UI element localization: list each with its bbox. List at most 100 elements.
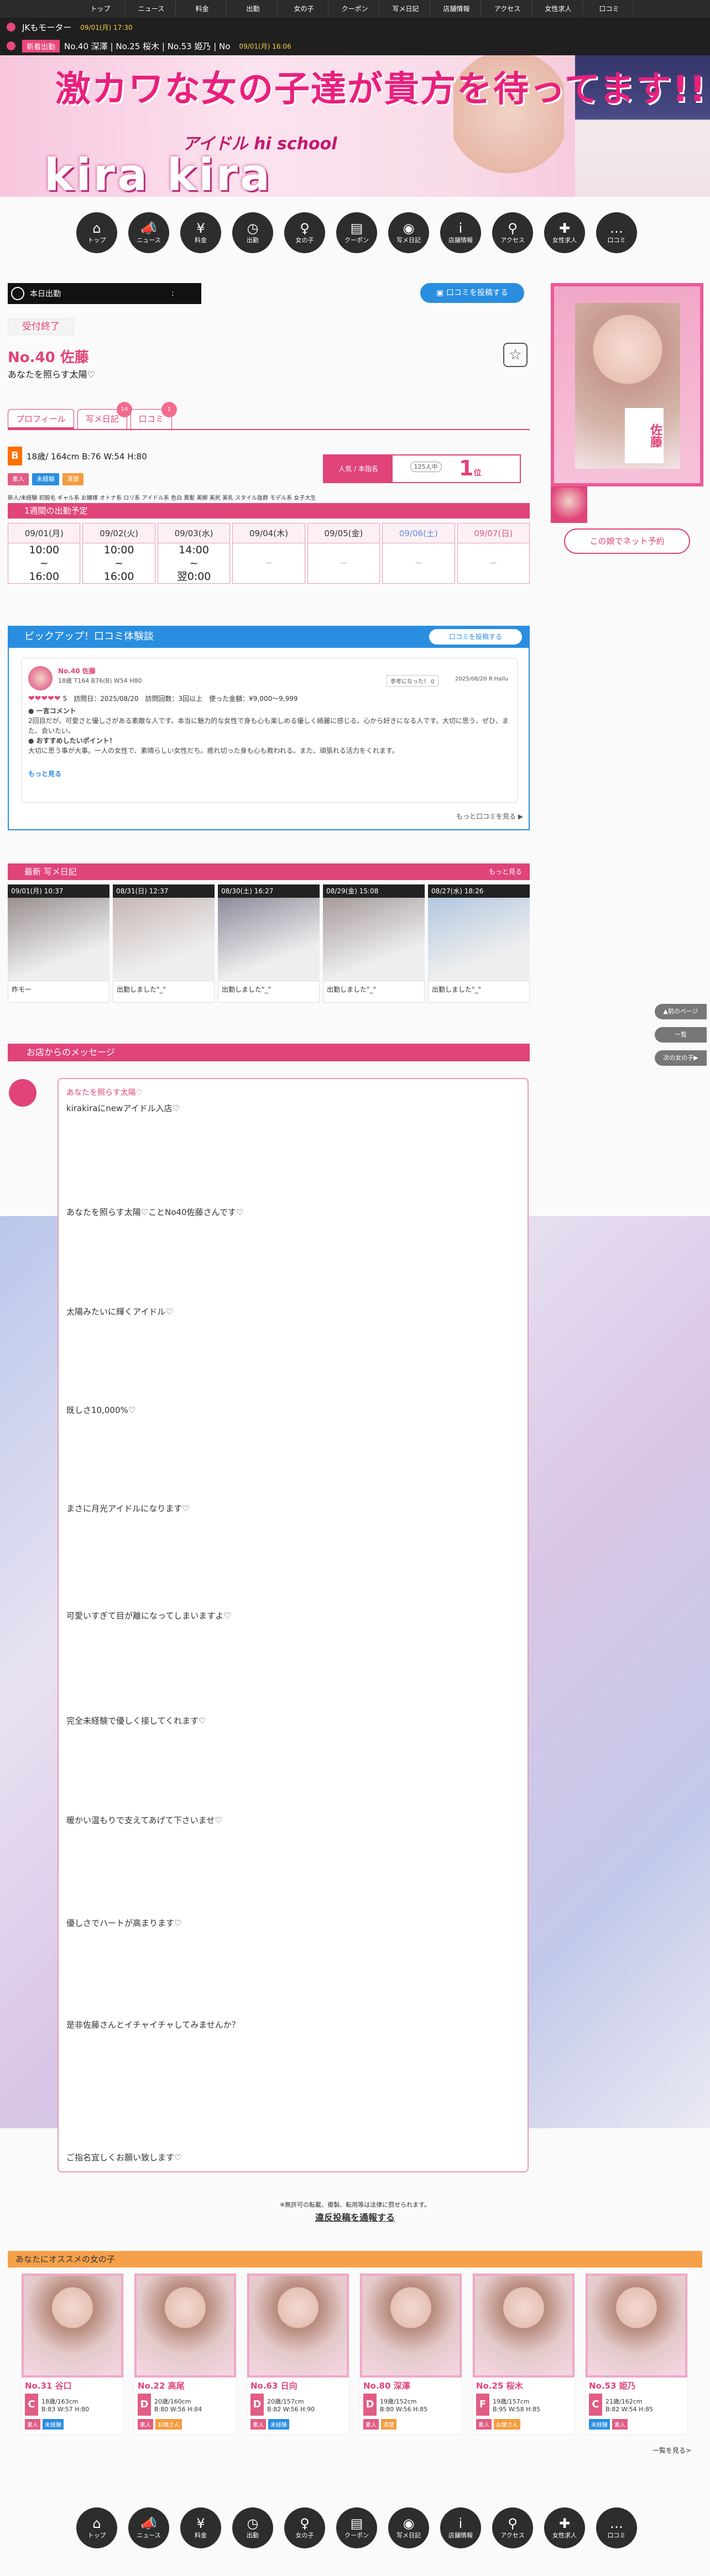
top-nav-item[interactable]: 口コミ (585, 0, 634, 18)
pickup-review-box: No.40 佐藤 18歳 T164 B76(B) W54 H80 参考になった！… (8, 648, 530, 830)
nav-icon-button[interactable]: ▤ クーポン (336, 2507, 377, 2548)
recommend-more-link[interactable]: 一覧を見る> (652, 2446, 691, 2455)
nav-icon-button[interactable]: 📣 ニュース (128, 212, 169, 253)
nav-icon-button[interactable]: 📣 ニュース (128, 2507, 169, 2548)
message-heading: あなたを照らす太陽♡ (66, 1088, 143, 1097)
pickup-post-review-button[interactable]: 口コミを投稿する (429, 629, 522, 645)
top-nav-item[interactable]: 出勤 (229, 0, 278, 18)
schedule-date: 09/01(月) (8, 523, 80, 543)
recommend-card[interactable]: No.80 深澤 D 19歳/152cm B:80 W:56 H:85 素人 清楚 (359, 2273, 462, 2434)
recommend-card[interactable]: No.31 谷口 C 18歳/163cm B:83 W:57 H:80 素人 未経験 (21, 2273, 124, 2434)
top-nav-item[interactable]: 写メ日記 (382, 0, 430, 18)
nav-icon-button[interactable]: ¥ 料金 (180, 212, 221, 253)
top-nav-item[interactable]: 料金 (178, 0, 227, 18)
recommend-tag: 素人 (612, 2419, 628, 2430)
top-nav-item[interactable]: ニュース (127, 0, 176, 18)
schedule-day: 09/07(日) － (457, 523, 530, 584)
nav-icon-button[interactable]: ◷ 出勤 (232, 2507, 273, 2548)
nav-icon-button[interactable]: ⚲ アクセス (492, 2507, 533, 2548)
nav-icon-glyph-icon: ▤ (350, 2516, 363, 2531)
girl-tag: 未経験 (32, 473, 59, 485)
top-nav-item[interactable]: 女の子 (280, 0, 328, 18)
rank-number: 1位 (459, 455, 481, 482)
nav-icon-button[interactable]: ◷ 出勤 (232, 212, 273, 253)
diary-card[interactable]: 08/31(日) 12:37 出勤しました"_" (113, 884, 215, 1003)
schedule-date: 09/06(土) (383, 523, 455, 543)
diary-card[interactable]: 09/01(月) 10:37 昨モー (8, 884, 109, 1003)
recommend-card[interactable]: No.63 日向 D 20歳/157cm B:82 W:56 H:90 素人 未経験 (247, 2273, 349, 2434)
tab-badge: 14 (116, 402, 132, 417)
tab-1[interactable]: 写メ日記 14 (77, 402, 132, 429)
report-violation-link[interactable]: 違反投稿を通報する (0, 2210, 710, 2223)
recommend-card[interactable]: No.53 姫乃 C 21歳/162cm B:82 W:54 H:85 未経験 素人 (585, 2273, 688, 2434)
recommend-name: No.53 姫乃 (589, 2381, 636, 2391)
nav-icon-glyph-icon: … (610, 2516, 623, 2531)
nav-icon-label: 口コミ (607, 2532, 626, 2539)
nav-icon-button[interactable]: ♀ 女の子 (284, 212, 325, 253)
side-nav-button[interactable]: 一覧 (655, 1027, 707, 1043)
tab-0[interactable]: プロフィール (8, 409, 74, 429)
nav-icon-button[interactable]: … 口コミ (596, 2507, 637, 2548)
top-nav-item[interactable]: クーポン (331, 0, 379, 18)
top-nav-item[interactable]: トップ (76, 0, 125, 18)
nav-icon-button[interactable]: … 口コミ (596, 212, 637, 253)
heart-rating: ❤❤❤❤❤ (28, 694, 61, 703)
tab-label: プロフィール (16, 414, 66, 424)
recommend-card[interactable]: No.22 高尾 D 20歳/160cm B:80 W:56 H:84 素人 お嬢さん (134, 2273, 237, 2434)
nav-icon-button[interactable]: ◉ 写メ日記 (388, 2507, 429, 2548)
review-girl-name[interactable]: No.40 佐藤 (58, 666, 96, 676)
side-nav-button[interactable]: 次の女の子▶ (655, 1050, 707, 1066)
schedule-start: － (339, 558, 348, 568)
tab-2[interactable]: 口コミ 1 (130, 402, 177, 429)
diary-card[interactable]: 08/29(金) 15:08 出勤しました"_" (323, 884, 425, 1003)
recommend-size: 20歳/160cm B:80 W:56 H:84 (154, 2397, 202, 2413)
ticker-attendance[interactable]: 新着出勤 No.40 深澤 | No.25 桜木 | No.53 姫乃 | No… (0, 36, 710, 55)
nav-icon-button[interactable]: ⌂ トップ (76, 2507, 117, 2548)
recommend-spec: D 20歳/157cm B:82 W:56 H:90 (247, 2394, 349, 2417)
hero-banner[interactable]: 激カワな女の子達が貴方を待ってます!! アイドル hi school kira … (0, 55, 710, 197)
schedule-date: 09/04(木) (233, 523, 305, 543)
top-nav-item[interactable]: アクセス (483, 0, 532, 18)
recommend-photo (586, 2274, 687, 2378)
nav-icon-glyph-icon: ⌂ (92, 221, 101, 236)
schedule-sep: ~ (39, 557, 49, 569)
nav-icon-button[interactable]: i 店舗情報 (440, 2507, 481, 2548)
recommend-tag: お嬢さん (155, 2419, 182, 2430)
nav-icon-label: 出勤 (247, 237, 259, 244)
nav-icon-button[interactable]: ▤ クーポン (336, 212, 377, 253)
nav-icon-button[interactable]: ✚ 女性求人 (544, 2507, 585, 2548)
nav-icon-button[interactable]: ⚲ アクセス (492, 212, 533, 253)
more-reviews-link[interactable]: もっと口コミを見る ▶ (456, 811, 523, 821)
favorite-star-icon[interactable]: ☆ (503, 343, 528, 367)
nav-icon-button[interactable]: ♀ 女の子 (284, 2507, 325, 2548)
diary-more-link[interactable]: もっと見る (489, 863, 522, 880)
nav-icon-button[interactable]: ¥ 料金 (180, 2507, 221, 2548)
top-nav-item[interactable]: 女性求人 (534, 0, 583, 18)
review-icon: ▣ (436, 289, 446, 297)
girl-tag: 清楚 (62, 473, 83, 485)
recommend-name: No.25 桜木 (476, 2381, 523, 2391)
nav-icon-button[interactable]: ◉ 写メ日記 (388, 212, 429, 253)
schedule-time: 14:00 ~ 翌0:00 (158, 543, 229, 583)
girl-main-photo[interactable]: 佐藤 (551, 283, 703, 486)
nav-icon-label: トップ (87, 2532, 106, 2539)
diary-photo (8, 898, 109, 981)
review-card: No.40 佐藤 18歳 T164 B76(B) W54 H80 参考になった！… (21, 658, 518, 803)
recommend-card[interactable]: No.25 桜木 F 19歳/157cm B:95 W:58 H:85 素人 お嬢さん (472, 2273, 575, 2434)
photo-thumbnail[interactable] (551, 486, 587, 523)
schedule-date: 09/07(日) (457, 523, 529, 543)
helpful-button[interactable]: 参考になった！ 0 (387, 675, 438, 687)
nav-icon-button[interactable]: i 店舗情報 (440, 212, 481, 253)
diary-card[interactable]: 08/30(土) 16:27 出勤しました"_" (218, 884, 320, 1003)
top-nav-item[interactable]: 店舗情報 (432, 0, 481, 18)
nav-icon-button[interactable]: ✚ 女性求人 (544, 212, 585, 253)
net-reserve-button[interactable]: この娘でネット予約 (564, 528, 690, 554)
post-review-button[interactable]: ▣ 口コミを投稿する (420, 283, 524, 303)
review-read-more[interactable]: もっと見る (28, 769, 61, 778)
diary-card[interactable]: 08/27(水) 18:26 出勤しました"_" (428, 884, 530, 1003)
side-nav-button[interactable]: ▲前のページ (655, 1004, 707, 1019)
message-line: 暖かい温もりで支えてあげて下さいませ♡ (66, 1815, 222, 1825)
ticker-latest[interactable]: JKもモーター 09/01(月) 17:30 (0, 18, 710, 36)
nav-icon-button[interactable]: ⌂ トップ (76, 212, 117, 253)
today-status-bar: 本日出勤 : (8, 283, 201, 304)
